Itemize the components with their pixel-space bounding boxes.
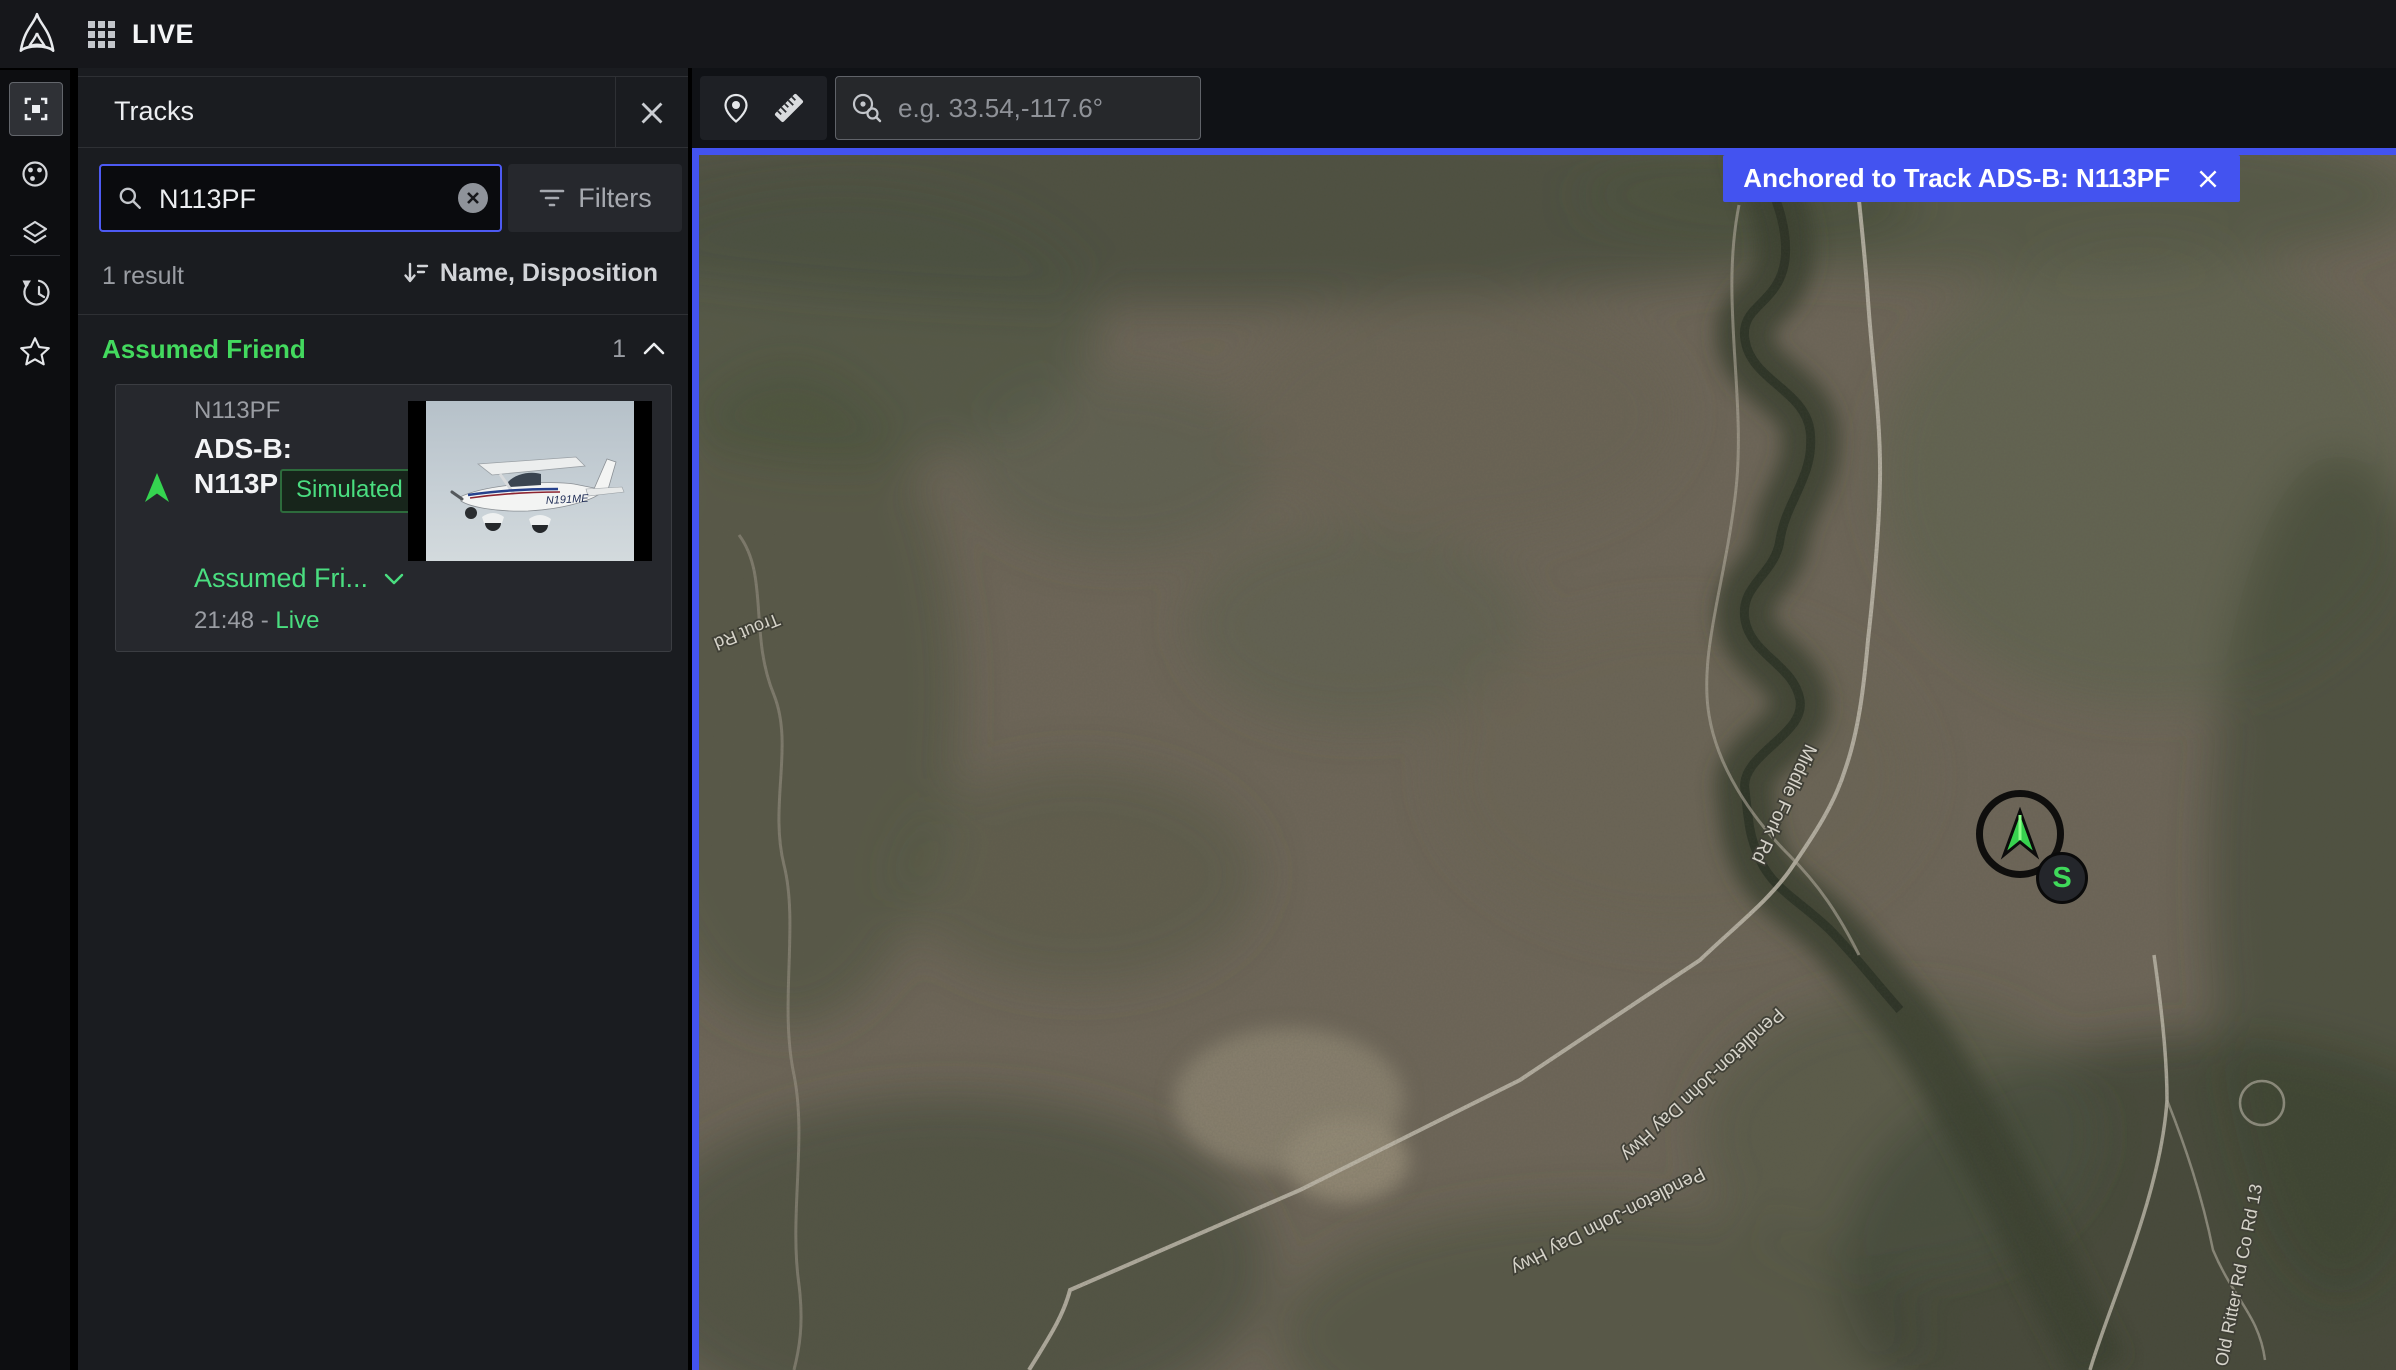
disposition-value: Assumed Fri... — [194, 563, 368, 594]
satellite-terrain: Trout Rd Middle Fork Rd Pendleton-John D… — [699, 155, 2396, 1370]
search-input[interactable] — [157, 166, 441, 232]
globe-search-icon — [850, 91, 882, 123]
chevron-down-icon — [384, 572, 404, 586]
close-icon — [639, 100, 665, 126]
simulated-badge: Simulated — [280, 469, 419, 513]
filter-icon — [538, 186, 566, 210]
disposition-group-header[interactable]: Assumed Friend 1 — [78, 314, 688, 384]
anduril-logo-icon — [14, 11, 60, 57]
clear-x-icon — [466, 191, 480, 205]
results-row: 1 result Name, Disposition — [78, 240, 688, 315]
track-card[interactable]: N113PF ADS-B: N113PF Simulated N191ME — [115, 384, 672, 652]
friend-track-icon — [142, 471, 172, 505]
group-label: Assumed Friend — [102, 334, 306, 365]
sidebar-item-contacts[interactable] — [9, 148, 61, 200]
tracks-panel-header: Tracks — [78, 76, 688, 148]
sort-icon — [400, 258, 430, 288]
coordinate-input[interactable] — [896, 77, 1190, 139]
coordinate-search-box — [835, 76, 1201, 140]
history-replay-icon — [18, 275, 52, 309]
result-count: 1 result — [102, 262, 184, 291]
group-count: 1 — [612, 335, 626, 364]
tracks-panel: Tracks Filters 1 result — [78, 68, 688, 1370]
track-photo: N191ME — [408, 401, 652, 561]
track-time-status: 21:48 - Live — [194, 607, 319, 635]
ruler-measure-tool[interactable] — [772, 91, 806, 125]
layers-icon — [19, 216, 51, 248]
map-toolbar — [692, 68, 2396, 148]
panel-close-button[interactable] — [636, 97, 668, 129]
track-time: 21:48 — [194, 607, 254, 634]
sort-control[interactable]: Name, Disposition — [400, 258, 658, 288]
sidebar-item-tracks[interactable] — [9, 82, 63, 136]
track-callsign: N113PF — [194, 397, 280, 425]
anchored-banner-text: Anchored to Track ADS-B: N113PF — [1743, 163, 2170, 194]
track-marker-arrow — [1998, 807, 2042, 861]
sidebar-item-history[interactable] — [9, 266, 61, 318]
live-status: Live — [275, 607, 319, 634]
star-icon — [18, 335, 52, 369]
disposition-dropdown[interactable]: Assumed Fri... — [194, 563, 404, 594]
sort-label: Name, Disposition — [440, 259, 658, 288]
map-column: Trout Rd Middle Fork Rd Pendleton-John D… — [692, 68, 2396, 1370]
search-clear-button[interactable] — [458, 183, 488, 213]
header-divider — [615, 77, 616, 147]
app-mode-title: LIVE — [132, 19, 194, 50]
focus-frame-icon — [20, 93, 52, 125]
aircraft-photo-illustration: N191ME — [408, 401, 652, 561]
left-icon-rail — [0, 70, 70, 1370]
banner-close-button[interactable] — [2196, 167, 2220, 191]
panel-title: Tracks — [114, 96, 194, 127]
sidebar-item-layers[interactable] — [9, 206, 61, 258]
simulated-marker-badge[interactable]: S — [2036, 852, 2088, 904]
map-pin-tool[interactable] — [721, 92, 751, 124]
filters-label: Filters — [578, 183, 652, 214]
chevron-up-icon — [642, 340, 666, 356]
anchored-banner: Anchored to Track ADS-B: N113PF — [1723, 155, 2240, 202]
radar-contacts-icon — [19, 158, 51, 190]
map-viewport[interactable]: Trout Rd Middle Fork Rd Pendleton-John D… — [692, 148, 2396, 1370]
apps-grid-icon[interactable] — [88, 21, 114, 47]
time-separator: - — [254, 607, 275, 634]
filters-button[interactable]: Filters — [508, 164, 682, 232]
map-tool-group — [700, 76, 827, 140]
close-icon — [2196, 167, 2220, 191]
search-icon — [117, 185, 143, 211]
top-bar: LIVE — [0, 0, 2396, 70]
track-search-box — [99, 164, 502, 232]
rail-divider — [10, 255, 60, 256]
photo-registration: N191ME — [546, 493, 590, 507]
sidebar-item-favorites[interactable] — [9, 326, 61, 378]
